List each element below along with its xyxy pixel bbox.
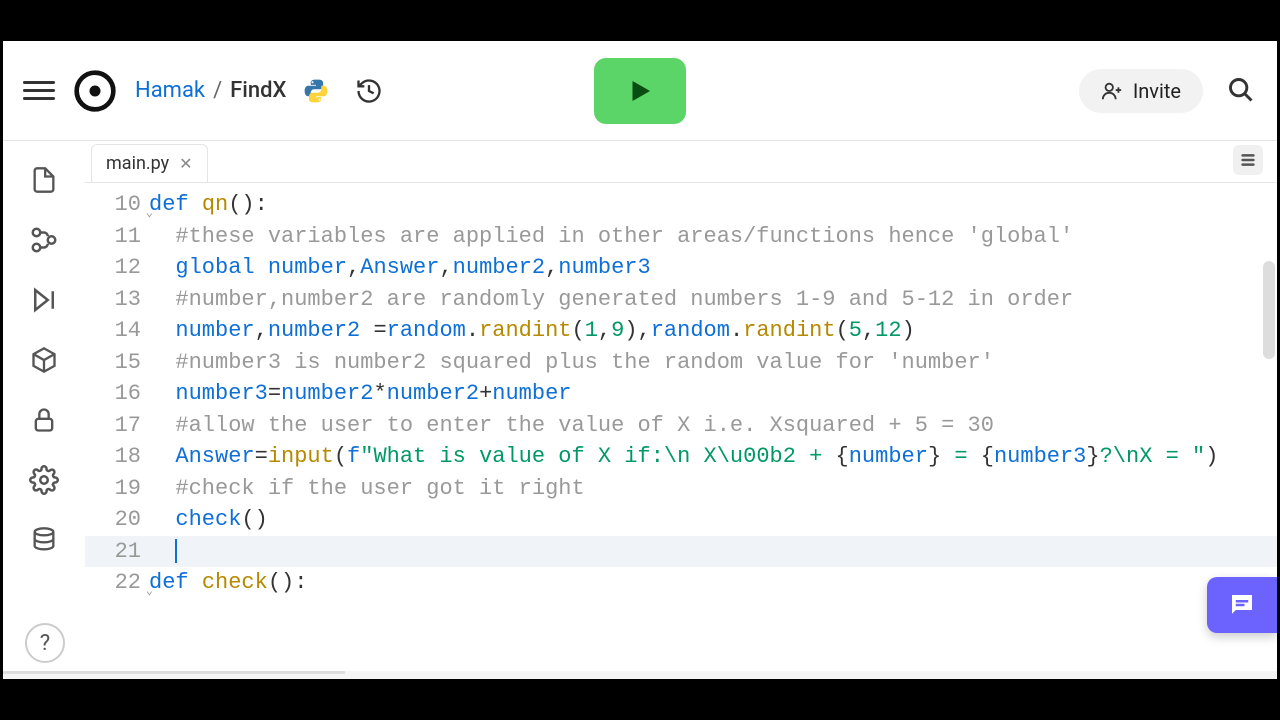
database-icon[interactable] — [27, 523, 61, 557]
chat-button[interactable] — [1207, 577, 1277, 633]
settings-icon[interactable] — [27, 463, 61, 497]
run-button[interactable] — [594, 58, 686, 124]
breadcrumb-separator: / — [213, 78, 222, 103]
invite-icon — [1101, 80, 1123, 102]
text-cursor — [175, 539, 177, 563]
files-icon[interactable] — [27, 163, 61, 197]
invite-button[interactable]: Invite — [1079, 69, 1203, 113]
breadcrumb-owner[interactable]: Hamak — [135, 78, 205, 103]
menu-icon[interactable] — [23, 75, 55, 107]
fold-icon[interactable]: ⌄ — [146, 576, 153, 608]
breadcrumb-project[interactable]: FindX — [230, 78, 286, 103]
secrets-icon[interactable] — [27, 403, 61, 437]
help-button[interactable]: ? — [25, 623, 65, 663]
history-icon[interactable] — [354, 76, 384, 106]
invite-label: Invite — [1133, 79, 1181, 103]
search-icon[interactable] — [1227, 76, 1257, 106]
debugger-icon[interactable] — [27, 283, 61, 317]
tabbar: main.py ✕ — [85, 141, 1277, 183]
code-editor[interactable]: 10⌄def qn(): 11 #these variables are app… — [85, 183, 1277, 679]
app-root: Hamak / FindX Invite — [3, 41, 1277, 679]
tab-mainpy[interactable]: main.py ✕ — [91, 144, 208, 182]
close-icon[interactable]: ✕ — [179, 154, 192, 173]
brand-logo[interactable] — [73, 69, 117, 113]
packages-icon[interactable] — [27, 343, 61, 377]
editor-area: main.py ✕ 10⌄def qn(): 11 #these variabl… — [85, 141, 1277, 679]
version-control-icon[interactable] — [27, 223, 61, 257]
panel-menu-icon[interactable] — [1233, 145, 1263, 175]
status-bar — [85, 671, 1277, 679]
sidebar — [3, 141, 85, 679]
workspace: main.py ✕ 10⌄def qn(): 11 #these variabl… — [3, 141, 1277, 679]
python-icon[interactable] — [300, 75, 332, 107]
breadcrumb: Hamak / FindX — [135, 78, 286, 103]
topbar: Hamak / FindX Invite — [3, 41, 1277, 141]
tab-filename: main.py — [106, 153, 169, 174]
